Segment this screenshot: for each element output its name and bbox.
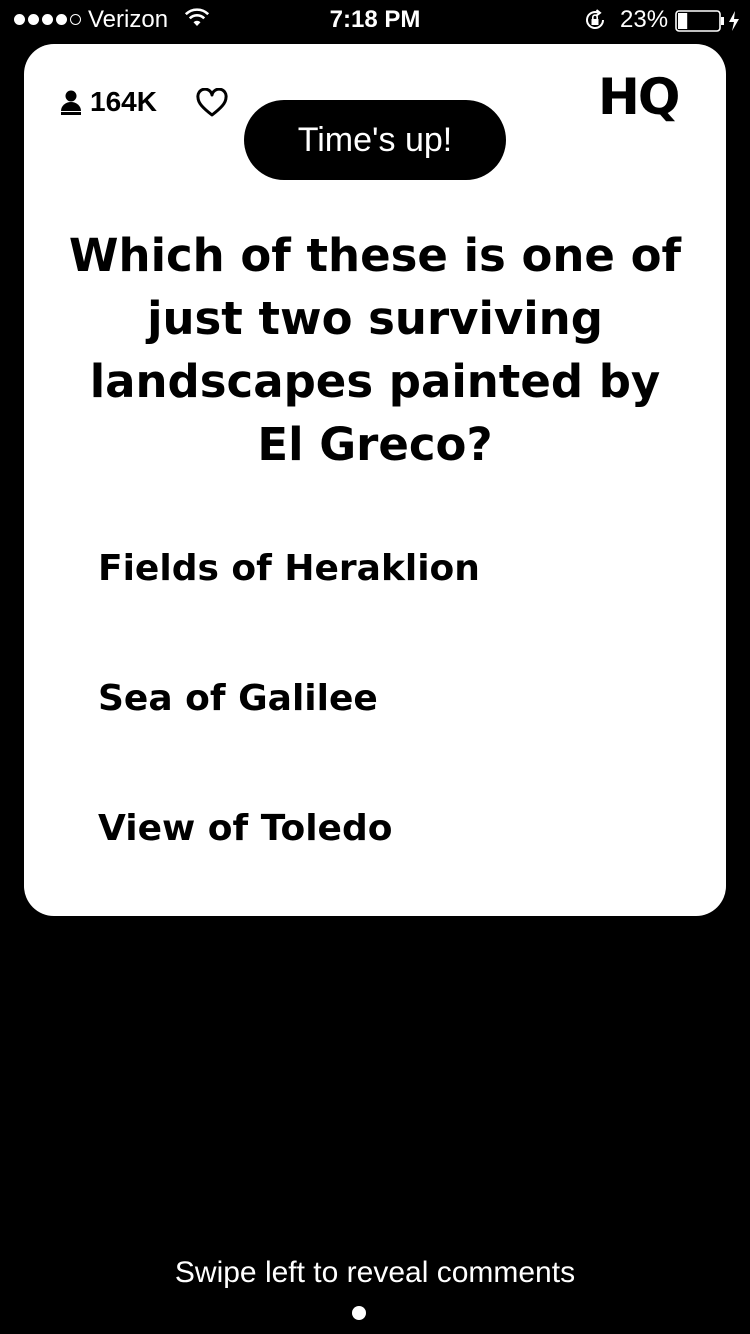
question-card: 164K HQ Time's up! Which of these is one… xyxy=(24,44,726,916)
swipe-hint: Swipe left to reveal comments xyxy=(174,1256,576,1289)
battery-percent: 23% xyxy=(620,6,669,33)
orientation-lock-icon xyxy=(586,9,604,29)
answer-option-3[interactable]: View of Toledo xyxy=(98,798,658,858)
viewers-count: 164K xyxy=(60,86,157,118)
answer-option-2[interactable]: Sea of Galilee xyxy=(98,668,658,728)
status-bar: Verizon 7:18 PM 23% xyxy=(0,0,750,40)
person-icon xyxy=(61,90,81,115)
timer-badge: Time's up! xyxy=(244,100,506,180)
hq-logo: HQ xyxy=(598,68,680,126)
answer-option-1[interactable]: Fields of Heraklion xyxy=(98,538,658,598)
page-indicator-dot[interactable] xyxy=(352,1306,366,1320)
heart-icon[interactable] xyxy=(196,88,228,118)
question-text: Which of these is one of just two surviv… xyxy=(68,229,682,471)
hq-trivia-screen: Verizon 7:18 PM 23% 164K HQ Time's up! W… xyxy=(0,0,750,1334)
viewers-count-label: 164K xyxy=(90,86,157,117)
battery-icon xyxy=(675,10,739,32)
